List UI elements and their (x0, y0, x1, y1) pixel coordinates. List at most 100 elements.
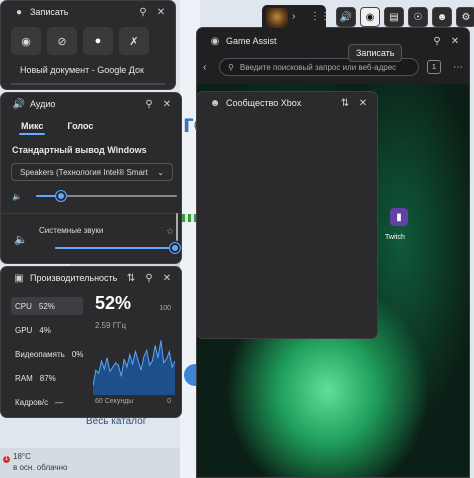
metric-value: 87% (39, 373, 56, 383)
sort-icon[interactable]: ⇅ (338, 98, 352, 109)
metric-gpu[interactable]: GPU 4% (11, 321, 83, 339)
social-title: Сообщество Xbox (226, 98, 302, 108)
search-icon: ⚲ (228, 62, 234, 72)
system-sounds-slider[interactable] (55, 243, 180, 253)
game-assist-icon: ◉ (210, 35, 220, 47)
grid-icon[interactable]: ⋮⋮ (310, 11, 330, 22)
close-icon[interactable]: ✕ (154, 7, 168, 18)
speaker-icon: 🔊 (12, 98, 26, 110)
metric-name: RAM (15, 373, 33, 383)
slider-knob[interactable] (56, 191, 67, 201)
slider-fill (55, 247, 175, 249)
game-bar: › ⋮⋮ (262, 5, 330, 31)
master-volume-row: 🔈 (12, 191, 177, 201)
screenshot-button[interactable]: ◉ (11, 27, 41, 55)
monitor-icon[interactable]: ▤ (384, 7, 404, 27)
twitch-icon[interactable]: ▮ (390, 208, 408, 226)
metric-name: CPU (15, 301, 32, 311)
favorite-icon[interactable]: ☆ (166, 226, 174, 237)
more-icon[interactable]: ⋯ (453, 62, 463, 73)
tab-mix[interactable]: Микс (18, 121, 46, 135)
tab-voice[interactable]: Голос (67, 121, 93, 135)
pin-icon[interactable]: ⚲ (142, 273, 156, 284)
metric-value: 0% (71, 349, 84, 359)
record-tooltip: Записать (348, 44, 403, 62)
metric-vram[interactable]: Видеопамять 0% (11, 345, 83, 363)
speaker-icon[interactable]: 🔈 (12, 192, 26, 201)
perf-header: ▣ Производительность ⇅ ⚲ ✕ (1, 267, 181, 289)
game-assist-header: ◉ Game Assist ⚲ ✕ (197, 28, 469, 54)
audio-panel: 🔊 Аудио ⚲ ✕ Микс Голос Стандартный вывод… (0, 92, 182, 264)
chevron-down-icon: ⌄ (157, 167, 164, 177)
scroll-indicator (11, 83, 165, 85)
metric-cpu[interactable]: CPU 52% (11, 297, 83, 315)
system-sounds-row: 🔈 Системные звуки ☆ (12, 221, 180, 257)
social-icon[interactable]: ☻ (432, 7, 452, 27)
slider-knob[interactable] (170, 243, 180, 253)
back-icon[interactable]: ‹ (203, 62, 219, 73)
audio-title: Аудио (30, 99, 56, 109)
perf-metrics: CPU 52% GPU 4% Видеопамять 0% RAM 87% Кадров… (11, 297, 83, 417)
metric-ram[interactable]: RAM 87% (11, 369, 83, 387)
audio-tabs: Микс Голос (1, 115, 181, 135)
close-icon[interactable]: ✕ (356, 98, 370, 109)
graph-area (93, 340, 175, 395)
output-device-value: Speakers (Технология Intel® Smart (20, 167, 148, 177)
output-section-title: Стандартный вывод Windows (12, 145, 147, 155)
close-icon[interactable]: ✕ (160, 99, 174, 110)
pin-icon[interactable]: ⚲ (430, 36, 444, 47)
pin-icon[interactable]: ⚲ (142, 99, 156, 110)
performance-panel: ▣ Производительность ⇅ ⚲ ✕ CPU 52% GPU 4% … (0, 266, 182, 418)
metric-fps[interactable]: Кадров/с — (11, 393, 83, 411)
capture-title: Записать (30, 7, 69, 17)
capture-header: ● Записать ⚲ ✕ (1, 1, 175, 23)
metric-value: 4% (39, 325, 51, 335)
metric-name: Кадров/с (15, 397, 49, 407)
master-volume-slider[interactable] (36, 191, 177, 201)
perf-title: Производительность (30, 273, 118, 283)
weather-desc: в осн. облачно (13, 463, 68, 472)
search-placeholder: Введите поисковый запрос или веб-адрес (239, 62, 397, 72)
camera-icon[interactable]: ◉ (360, 7, 380, 27)
metric-name: GPU (15, 325, 33, 335)
metric-value: 52% (38, 301, 55, 311)
record-last-button[interactable]: ⊘ (47, 27, 77, 55)
capture-buttons: ◉ ⊘ ● ✗ (1, 23, 175, 55)
cpu-percent-big: 52% (95, 293, 132, 313)
system-sounds-label: Системные звуки (39, 226, 104, 235)
record-icon: ● (15, 6, 23, 18)
close-icon[interactable]: ✕ (160, 273, 174, 284)
social-header: ☻ Сообщество Xbox ⇅ ✕ (197, 92, 377, 114)
speaker-icon[interactable]: 🔈 (14, 233, 28, 246)
record-off-icon: ⊘ (57, 35, 67, 48)
mic-toggle-button[interactable]: ✗ (119, 27, 149, 55)
pin-icon[interactable]: ⚲ (136, 7, 150, 18)
camera-icon: ◉ (21, 35, 31, 48)
game-thumbnail[interactable] (266, 8, 288, 28)
cpu-usage-graph (93, 340, 175, 395)
close-icon[interactable]: ✕ (448, 36, 462, 47)
settings-icon[interactable]: ⚙ (456, 7, 474, 27)
volume-icon[interactable]: 🔊 (336, 7, 356, 27)
audio-header: 🔊 Аудио ⚲ ✕ (1, 93, 181, 115)
sort-icon[interactable]: ⇅ (124, 273, 138, 284)
widget-toolbar: 🔊 ◉ ▤ ☉ ☻ ⚙ (336, 7, 474, 31)
graph-time-label: 60 Секунды (95, 398, 134, 405)
graph-max: 100 (159, 305, 171, 312)
chart-icon: ▣ (14, 272, 24, 284)
output-device-select[interactable]: Speakers (Технология Intel® Smart ⌄ (11, 163, 173, 181)
record-icon: ● (94, 35, 102, 47)
capture-target: Новый документ - Google Док (20, 65, 144, 75)
browser-toolbar: ‹ ⚲ Введите поисковый запрос или веб-адр… (197, 54, 469, 80)
tab-count-button[interactable]: 1 (427, 60, 441, 74)
metric-value: — (55, 397, 64, 407)
xbox-social-panel: ☻ Сообщество Xbox ⇅ ✕ (196, 91, 378, 339)
page-graphic (182, 214, 196, 222)
xbox-icon[interactable]: ☉ (408, 7, 428, 27)
chevron-right-icon[interactable]: › (292, 11, 295, 22)
weather-badge: 1 (3, 456, 10, 463)
twitch-label: Twitch (385, 234, 405, 241)
capture-panel: ● Записать ⚲ ✕ ◉ ⊘ ● ✗ Новый документ - … (0, 0, 176, 90)
graph-min: 0 (167, 398, 171, 405)
start-recording-button[interactable]: ● (83, 27, 113, 55)
